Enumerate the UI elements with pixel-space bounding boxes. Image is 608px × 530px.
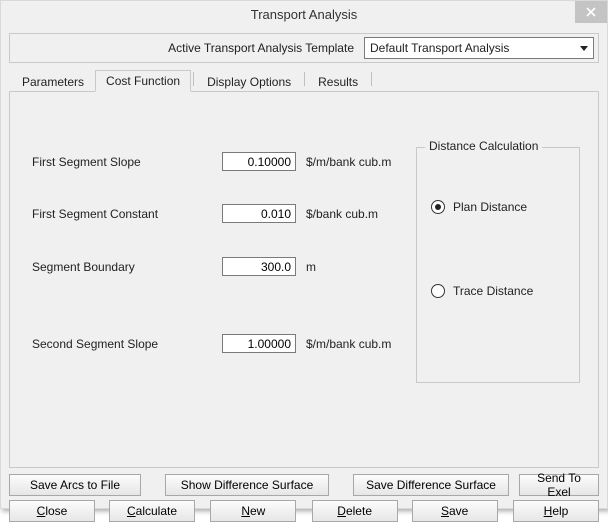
radio-plan-distance[interactable]: Plan Distance (431, 200, 527, 214)
close-icon[interactable] (575, 1, 607, 23)
label-first-const: First Segment Constant (32, 207, 222, 221)
button-row-2: Close Calculate New Delete Save Help (9, 500, 599, 522)
row-second-slope: Second Segment Slope $/m/bank cub.m (32, 334, 391, 353)
tab-parameters[interactable]: Parameters (11, 71, 95, 92)
save-difference-surface-button[interactable]: Save Difference Surface (353, 474, 509, 496)
template-select-value: Default Transport Analysis (365, 41, 509, 55)
radio-label: Trace Distance (453, 284, 533, 298)
save-button[interactable]: Save (412, 500, 498, 522)
input-first-const[interactable] (222, 204, 296, 223)
template-label: Active Transport Analysis Template (14, 41, 364, 55)
tab-separator (304, 72, 305, 86)
tab-separator (371, 72, 372, 86)
delete-button[interactable]: Delete (312, 500, 398, 522)
group-distance-calculation: Distance Calculation Plan Distance Trace… (416, 147, 580, 383)
content: Active Transport Analysis Template Defau… (1, 27, 607, 530)
tab-separator (193, 72, 194, 86)
unit-first-const: $/bank cub.m (306, 207, 378, 221)
radio-icon (431, 200, 445, 214)
calculate-button[interactable]: Calculate (109, 500, 195, 522)
label-second-slope: Second Segment Slope (32, 337, 222, 351)
row-first-const: First Segment Constant $/bank cub.m (32, 204, 378, 223)
radio-trace-distance[interactable]: Trace Distance (431, 284, 533, 298)
radio-label: Plan Distance (453, 200, 527, 214)
tabstrip: Parameters Cost Function Display Options… (9, 69, 599, 92)
tab-cost-function[interactable]: Cost Function (95, 70, 191, 92)
label-first-slope: First Segment Slope (32, 155, 222, 169)
input-first-slope[interactable] (222, 152, 296, 171)
help-button[interactable]: Help (513, 500, 599, 522)
save-arcs-button[interactable]: Save Arcs to File (9, 474, 141, 496)
unit-first-slope: $/m/bank cub.m (306, 155, 391, 169)
row-seg-boundary: Segment Boundary m (32, 257, 316, 276)
label-seg-boundary: Segment Boundary (32, 260, 222, 274)
tab-panel-cost-function: First Segment Slope $/m/bank cub.m First… (9, 92, 599, 468)
input-second-slope[interactable] (222, 334, 296, 353)
show-difference-surface-button[interactable]: Show Difference Surface (165, 474, 329, 496)
unit-seg-boundary: m (306, 260, 316, 274)
radio-icon (431, 284, 445, 298)
group-title: Distance Calculation (425, 139, 542, 153)
button-row-1: Save Arcs to File Show Difference Surfac… (9, 474, 599, 496)
new-button[interactable]: New (210, 500, 296, 522)
tab-results[interactable]: Results (307, 71, 369, 92)
unit-second-slope: $/m/bank cub.m (306, 337, 391, 351)
row-first-slope: First Segment Slope $/m/bank cub.m (32, 152, 391, 171)
template-select[interactable]: Default Transport Analysis (364, 37, 594, 59)
window-title: Transport Analysis (251, 7, 357, 22)
titlebar: Transport Analysis (1, 1, 607, 27)
chevron-down-icon (575, 38, 593, 58)
template-row: Active Transport Analysis Template Defau… (9, 33, 599, 63)
tab-display-options[interactable]: Display Options (196, 71, 302, 92)
input-seg-boundary[interactable] (222, 257, 296, 276)
send-to-exel-button[interactable]: Send To Exel (519, 474, 599, 496)
window: Transport Analysis Active Transport Anal… (0, 0, 608, 509)
close-button[interactable]: Close (9, 500, 95, 522)
